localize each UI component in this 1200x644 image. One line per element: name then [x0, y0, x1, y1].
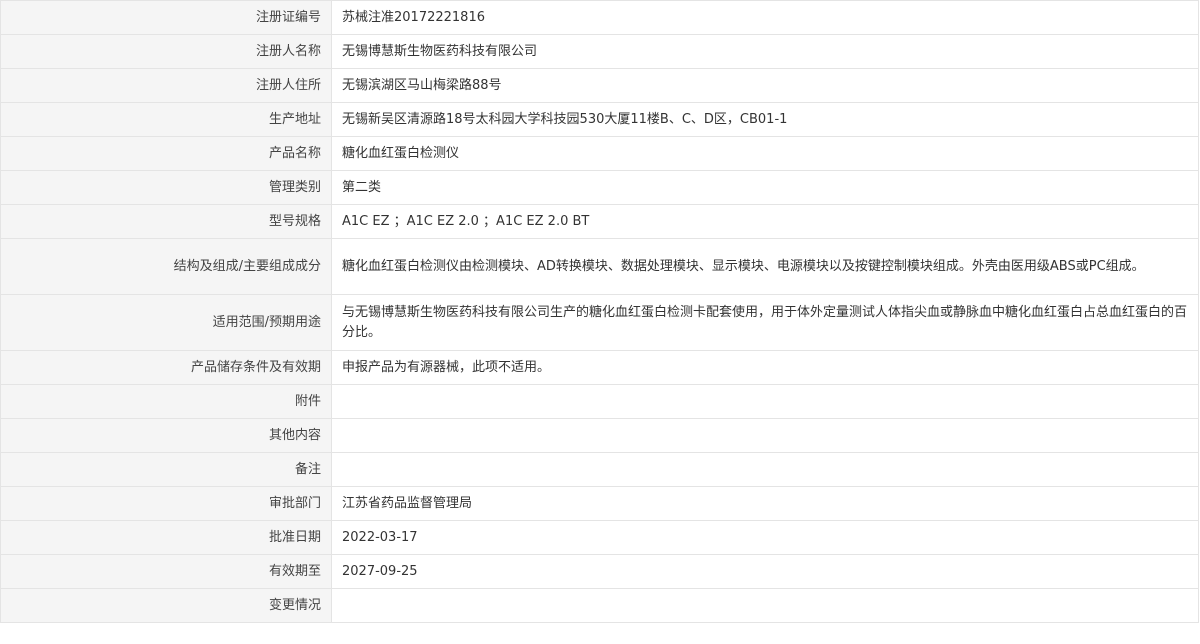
- label-storage-validity: 产品储存条件及有效期: [0, 350, 332, 385]
- row-other-content: 其他内容: [0, 418, 1199, 453]
- label-management-class: 管理类别: [0, 170, 332, 205]
- value-production-address: 无锡新吴区清源路18号太科园大学科技园530大厦11楼B、C、D区，CB01-1: [331, 102, 1199, 137]
- value-remarks: [331, 452, 1199, 487]
- row-registrant-name: 注册人名称 无锡博慧斯生物医药科技有限公司: [0, 34, 1199, 69]
- label-structure-composition: 结构及组成/主要组成成分: [0, 238, 332, 295]
- row-approval-date: 批准日期 2022-03-17: [0, 520, 1199, 555]
- row-valid-until: 有效期至 2027-09-25: [0, 554, 1199, 589]
- row-registrant-address: 注册人住所 无锡滨湖区马山梅梁路88号: [0, 68, 1199, 103]
- row-product-name: 产品名称 糖化血红蛋白检测仪: [0, 136, 1199, 171]
- registration-detail-table: 注册证编号 苏械注准20172221816 注册人名称 无锡博慧斯生物医药科技有…: [0, 0, 1199, 623]
- label-registration-number: 注册证编号: [0, 0, 332, 35]
- label-change-history: 变更情况: [0, 588, 332, 623]
- label-model-spec: 型号规格: [0, 204, 332, 239]
- value-registrant-address: 无锡滨湖区马山梅梁路88号: [331, 68, 1199, 103]
- value-registration-number: 苏械注准20172221816: [331, 0, 1199, 35]
- value-valid-until: 2027-09-25: [331, 554, 1199, 589]
- value-model-spec: A1C EZ ；A1C EZ 2.0 ；A1C EZ 2.0 BT: [331, 204, 1199, 239]
- value-registrant-name: 无锡博慧斯生物医药科技有限公司: [331, 34, 1199, 69]
- label-remarks: 备注: [0, 452, 332, 487]
- label-product-name: 产品名称: [0, 136, 332, 171]
- row-management-class: 管理类别 第二类: [0, 170, 1199, 205]
- row-storage-validity: 产品储存条件及有效期 申报产品为有源器械，此项不适用。: [0, 350, 1199, 385]
- label-intended-use: 适用范围/预期用途: [0, 294, 332, 351]
- row-remarks: 备注: [0, 452, 1199, 487]
- value-change-history: [331, 588, 1199, 623]
- label-registrant-address: 注册人住所: [0, 68, 332, 103]
- value-intended-use: 与无锡博慧斯生物医药科技有限公司生产的糖化血红蛋白检测卡配套使用，用于体外定量测…: [331, 294, 1199, 351]
- value-attachments: [331, 384, 1199, 419]
- value-approval-date: 2022-03-17: [331, 520, 1199, 555]
- row-structure-composition: 结构及组成/主要组成成分 糖化血红蛋白检测仪由检测模块、AD转换模块、数据处理模…: [0, 238, 1199, 295]
- label-approval-department: 审批部门: [0, 486, 332, 521]
- label-other-content: 其他内容: [0, 418, 332, 453]
- registration-detail-panel: 注册证编号 苏械注准20172221816 注册人名称 无锡博慧斯生物医药科技有…: [0, 0, 1199, 644]
- label-production-address: 生产地址: [0, 102, 332, 137]
- row-attachments: 附件: [0, 384, 1199, 419]
- label-registrant-name: 注册人名称: [0, 34, 332, 69]
- row-registration-number: 注册证编号 苏械注准20172221816: [0, 0, 1199, 35]
- value-structure-composition: 糖化血红蛋白检测仪由检测模块、AD转换模块、数据处理模块、显示模块、电源模块以及…: [331, 238, 1199, 295]
- label-approval-date: 批准日期: [0, 520, 332, 555]
- row-change-history: 变更情况: [0, 588, 1199, 623]
- label-attachments: 附件: [0, 384, 332, 419]
- row-approval-department: 审批部门 江苏省药品监督管理局: [0, 486, 1199, 521]
- label-valid-until: 有效期至: [0, 554, 332, 589]
- row-model-spec: 型号规格 A1C EZ ；A1C EZ 2.0 ；A1C EZ 2.0 BT: [0, 204, 1199, 239]
- value-storage-validity: 申报产品为有源器械，此项不适用。: [331, 350, 1199, 385]
- value-other-content: [331, 418, 1199, 453]
- row-production-address: 生产地址 无锡新吴区清源路18号太科园大学科技园530大厦11楼B、C、D区，C…: [0, 102, 1199, 137]
- value-product-name: 糖化血红蛋白检测仪: [331, 136, 1199, 171]
- value-management-class: 第二类: [331, 170, 1199, 205]
- value-approval-department: 江苏省药品监督管理局: [331, 486, 1199, 521]
- row-intended-use: 适用范围/预期用途 与无锡博慧斯生物医药科技有限公司生产的糖化血红蛋白检测卡配套…: [0, 294, 1199, 351]
